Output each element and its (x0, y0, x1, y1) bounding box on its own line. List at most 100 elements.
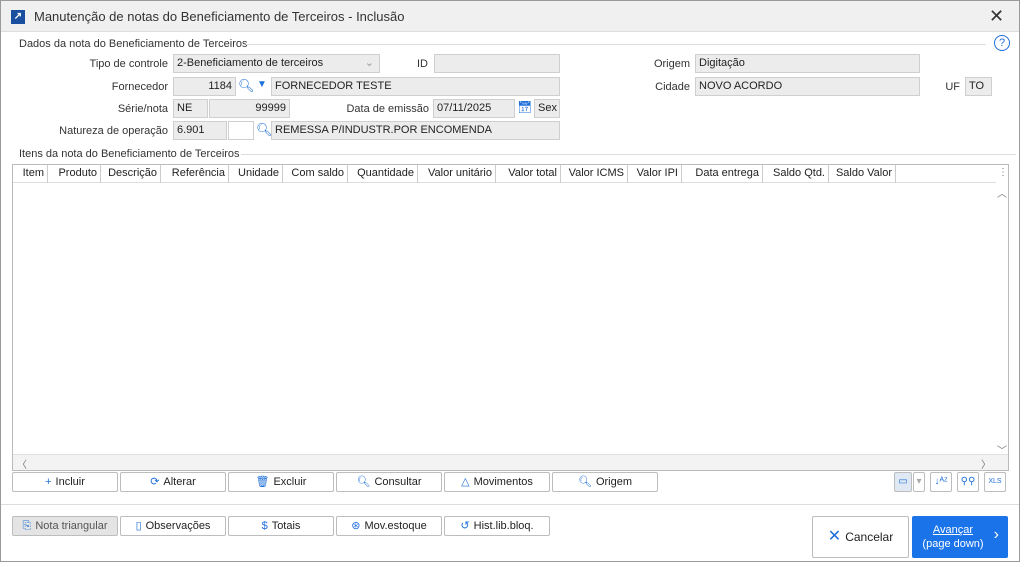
uf-field[interactable]: TO (965, 77, 992, 96)
footer-button-1[interactable]: ▯ Observações (120, 516, 226, 536)
column-header[interactable]: Produto (48, 165, 101, 183)
weekday-field: Sex (534, 99, 560, 118)
item-button-excluir[interactable]: 🗑︎ Excluir (228, 472, 334, 492)
tipo-label: Tipo de controle (89, 58, 168, 70)
footer-button-4[interactable]: ↺ Hist.lib.bloq. (444, 516, 550, 536)
search-icon[interactable]: 🔍︎ (238, 78, 255, 94)
section-title-itens: Itens da nota do Beneficiamento de Terce… (19, 148, 240, 160)
item-button-incluir[interactable]: + Incluir (12, 472, 118, 492)
fornecedor-code-field[interactable]: 1184 (173, 77, 236, 96)
section-title-dados: Dados da nota do Beneficiamento de Terce… (19, 38, 248, 50)
document-icon: ▯ (135, 520, 142, 532)
chevron-right-icon: › (993, 526, 999, 543)
xls-label: XLS (988, 478, 1002, 485)
search-icon: 🔍︎ (356, 476, 371, 488)
uf-label: UF (945, 81, 960, 93)
column-header[interactable]: Valor IPI (628, 165, 682, 183)
button-label: Origem (595, 476, 633, 488)
origem-label: Origem (653, 58, 690, 70)
layout-icon[interactable]: ▭ (894, 472, 912, 492)
natureza-desc-field[interactable]: REMESSA P/INDUSTR.POR ENCOMENDA (271, 121, 560, 140)
column-header[interactable]: Quantidade (348, 165, 418, 183)
tipo-select[interactable]: 2-Beneficiamento de terceiros ⌄ (173, 54, 380, 73)
scroll-left-arrow[interactable]: 〈 (17, 456, 27, 471)
layout-dropdown-icon[interactable]: ▾ (913, 472, 925, 492)
column-header[interactable]: Item (13, 165, 48, 183)
box-icon: ⊛ (351, 520, 361, 532)
app-icon: ↗ (11, 10, 25, 24)
column-header[interactable]: Descrição (101, 165, 161, 183)
advance-label: Avançar (932, 524, 974, 536)
column-header[interactable]: Valor ICMS (561, 165, 628, 183)
footer-button-3[interactable]: ⊛ Mov.estoque (336, 516, 442, 536)
button-label: Movimentos (473, 476, 533, 488)
serie-field[interactable]: NE (173, 99, 208, 118)
dropdown-arrow-icon[interactable]: ▼ (257, 79, 267, 90)
window: ↗ Manutenção de notas do Beneficiamento … (0, 0, 1020, 562)
column-header[interactable]: Referência (161, 165, 229, 183)
button-label: Incluir (55, 476, 85, 488)
column-header[interactable]: Saldo Valor (829, 165, 896, 183)
column-header[interactable]: Saldo Qtd. (763, 165, 829, 183)
scroll-up-arrow[interactable]: ︿ (997, 185, 1007, 200)
cancel-label: Cancelar (845, 530, 894, 544)
document-arrow-icon: ⎘ (22, 520, 32, 532)
totals-icon: $ (261, 520, 268, 532)
column-header[interactable]: Data entrega (682, 165, 763, 183)
search-icon: 🔍︎ (577, 476, 592, 488)
fornecedor-name-field[interactable]: FORNECEDOR TESTE (271, 77, 560, 96)
scroll-right-arrow[interactable]: 〉 (981, 456, 991, 471)
refresh-icon: ⟳ (150, 476, 160, 488)
advance-sublabel: (page down) (922, 538, 984, 550)
export-xls-icon[interactable]: XLS (984, 472, 1006, 492)
column-header[interactable]: Valor total (496, 165, 561, 183)
close-icon: ✕ (827, 528, 842, 545)
trash-icon: 🗑︎ (255, 476, 270, 488)
data-emissao-field[interactable]: 07/11/2025 (433, 99, 515, 118)
button-label: Excluir (273, 476, 307, 488)
cidade-field[interactable]: NOVO ACORDO (695, 77, 920, 96)
title-bar: ↗ Manutenção de notas do Beneficiamento … (1, 1, 1019, 32)
footer-button-2[interactable]: $ Totais (228, 516, 334, 536)
data-emissao-label: Data de emissão (346, 103, 429, 115)
footer-button-0[interactable]: ⎘ Nota triangular (12, 516, 118, 536)
item-button-origem[interactable]: 🔍︎ Origem (552, 472, 658, 492)
binoculars-icon[interactable]: ⚲⚲ (957, 472, 979, 492)
natureza-code-field[interactable]: 6.901 (173, 121, 227, 140)
help-icon[interactable]: ? (994, 35, 1010, 51)
history-icon: ↺ (460, 520, 470, 532)
button-label: Hist.lib.bloq. (473, 520, 534, 532)
button-label: Nota triangular (35, 520, 108, 532)
origem-field[interactable]: Digitação (695, 54, 920, 73)
advance-button[interactable]: Avançar (page down) › (912, 516, 1008, 558)
shapes-icon: △ (461, 476, 470, 488)
button-label: Mov.estoque (364, 520, 427, 532)
horizontal-scrollbar[interactable]: 〈 〉 (13, 454, 1008, 471)
id-field[interactable] (434, 54, 560, 73)
column-header[interactable]: Valor unitário (418, 165, 496, 183)
chevron-down-icon: ⌄ (364, 57, 374, 69)
cancel-button[interactable]: ✕ Cancelar (812, 516, 909, 558)
serie-label: Série/nota (117, 103, 168, 115)
column-header[interactable]: Com saldo (283, 165, 348, 183)
item-button-alterar[interactable]: ⟳ Alterar (120, 472, 226, 492)
calendar-icon[interactable]: 📅︎ (517, 100, 532, 114)
plus-icon: + (45, 476, 52, 488)
button-label: Alterar (163, 476, 196, 488)
item-button-movimentos[interactable]: △ Movimentos (444, 472, 550, 492)
button-label: Totais (271, 520, 301, 532)
cidade-label: Cidade (655, 81, 690, 93)
natureza-sub-field[interactable] (228, 121, 254, 140)
nota-field[interactable]: 99999 (209, 99, 290, 118)
button-label: Consultar (374, 476, 422, 488)
button-label: Observações (145, 520, 211, 532)
column-header[interactable]: Unidade (229, 165, 283, 183)
window-title: Manutenção de notas do Beneficiamento de… (34, 9, 405, 24)
id-label: ID (417, 58, 428, 70)
items-table[interactable]: Item Produto Descrição Referência Unidade Com… (12, 164, 1009, 471)
sort-az-icon[interactable]: ↓ᴬᶻ (930, 472, 952, 492)
close-icon[interactable]: ✕ (989, 6, 1004, 27)
column-menu-icon[interactable]: ⋮ (998, 167, 1008, 178)
item-button-consultar[interactable]: 🔍︎ Consultar (336, 472, 442, 492)
table-header: Item Produto Descrição Referência Unidade Com… (13, 165, 996, 183)
